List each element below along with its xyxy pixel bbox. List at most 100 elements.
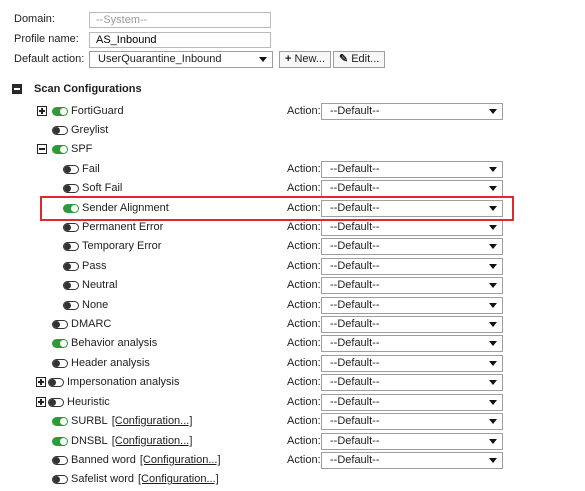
heuristic-label: Heuristic xyxy=(67,396,110,408)
new-button[interactable]: + New... xyxy=(279,51,332,68)
action-label: Action: xyxy=(287,182,321,194)
surbl-label: SURBL [Configuration...] xyxy=(71,415,192,427)
spf-toggle[interactable] xyxy=(52,145,68,154)
dnsbl-toggle[interactable] xyxy=(52,437,68,446)
behavior-analysis-toggle[interactable] xyxy=(52,339,68,348)
chevron-down-icon xyxy=(489,419,497,424)
dmarc-label: DMARC xyxy=(71,318,111,330)
action-label: Action: xyxy=(287,415,321,427)
action-select-value: --Default-- xyxy=(330,221,380,233)
safelist-word-toggle[interactable] xyxy=(52,475,68,484)
toggle-knob xyxy=(53,321,60,328)
item-label-text: Pass xyxy=(82,260,107,272)
impersonation-analysis-label: Impersonation analysis xyxy=(67,376,180,388)
soft-fail-label: Soft Fail xyxy=(82,182,122,194)
greylist-toggle[interactable] xyxy=(52,126,68,135)
plus-icon: + xyxy=(285,53,292,65)
neutral-action-select[interactable]: --Default-- xyxy=(321,277,503,294)
none-toggle[interactable] xyxy=(63,301,79,310)
action-select-value: --Default-- xyxy=(330,299,380,311)
action-select-value: --Default-- xyxy=(330,163,380,175)
toggle-knob xyxy=(64,185,71,192)
item-label-text: SPF xyxy=(71,143,93,155)
action-label: Action: xyxy=(287,357,321,369)
pass-label: Pass xyxy=(82,260,106,272)
item-label-text: Soft Fail xyxy=(82,182,123,194)
temporary-error-toggle[interactable] xyxy=(63,242,79,251)
heuristic-action-select[interactable]: --Default-- xyxy=(321,394,503,411)
fail-toggle[interactable] xyxy=(63,165,79,174)
collapse-scan-configurations-icon[interactable] xyxy=(12,84,22,94)
pass-action-select[interactable]: --Default-- xyxy=(321,258,503,275)
default-action-value: UserQuarantine_Inbound xyxy=(98,53,222,65)
banned-word-action-select[interactable]: --Default-- xyxy=(321,452,503,469)
action-label: Action: xyxy=(287,105,321,117)
edit-button[interactable]: ✎ Edit... xyxy=(333,51,386,68)
item-label-text: FortiGuard xyxy=(71,105,124,117)
item-label-text: Greylist xyxy=(71,124,109,136)
heuristic-toggle[interactable] xyxy=(48,398,64,407)
banned-word-configuration-link[interactable]: [Configuration...] xyxy=(140,454,221,466)
chevron-down-icon xyxy=(489,264,497,269)
toggle-knob xyxy=(53,457,60,464)
item-label-text: Heuristic xyxy=(67,396,110,408)
toggle-knob xyxy=(64,302,71,309)
toggle-knob xyxy=(64,282,71,289)
action-select-value: --Default-- xyxy=(330,454,380,466)
dnsbl-configuration-link[interactable]: [Configuration...] xyxy=(112,435,193,447)
surbl-action-select[interactable]: --Default-- xyxy=(321,413,503,430)
expand-heuristic-icon[interactable] xyxy=(36,397,46,407)
chevron-down-icon xyxy=(489,439,497,444)
expand-impersonation-analysis-icon[interactable] xyxy=(36,377,46,387)
header-analysis-toggle[interactable] xyxy=(52,359,68,368)
collapse-spf-icon[interactable] xyxy=(37,144,47,154)
dmarc-toggle[interactable] xyxy=(52,320,68,329)
action-select-value: --Default-- xyxy=(330,240,380,252)
action-label: Action: xyxy=(287,435,321,447)
header-analysis-action-select[interactable]: --Default-- xyxy=(321,355,503,372)
neutral-toggle[interactable] xyxy=(63,281,79,290)
fortiguard-action-select[interactable]: --Default-- xyxy=(321,103,503,120)
dnsbl-action-select[interactable]: --Default-- xyxy=(321,433,503,450)
soft-fail-action-select[interactable]: --Default-- xyxy=(321,180,503,197)
action-label: Action: xyxy=(287,240,321,252)
soft-fail-toggle[interactable] xyxy=(63,184,79,193)
dnsbl-label: DNSBL [Configuration...] xyxy=(71,435,192,447)
toggle-knob xyxy=(49,379,56,386)
fortiguard-toggle[interactable] xyxy=(52,107,68,116)
banned-word-label: Banned word [Configuration...] xyxy=(71,454,221,466)
temporary-error-label: Temporary Error xyxy=(82,240,161,252)
temporary-error-action-select[interactable]: --Default-- xyxy=(321,238,503,255)
safelist-word-configuration-link[interactable]: [Configuration...] xyxy=(138,473,219,485)
expand-fortiguard-icon[interactable] xyxy=(37,106,47,116)
item-label-text: Header analysis xyxy=(71,357,150,369)
new-button-label: New... xyxy=(294,53,326,65)
impersonation-analysis-toggle[interactable] xyxy=(48,378,64,387)
spf-label: SPF xyxy=(71,143,92,155)
permanent-error-action-select[interactable]: --Default-- xyxy=(321,219,503,236)
action-select-value: --Default-- xyxy=(330,260,380,272)
profile-name-field[interactable] xyxy=(89,32,271,48)
action-select-value: --Default-- xyxy=(330,105,380,117)
none-action-select[interactable]: --Default-- xyxy=(321,297,503,314)
surbl-configuration-link[interactable]: [Configuration...] xyxy=(112,415,193,427)
domain-label: Domain: xyxy=(14,13,55,25)
fail-action-select[interactable]: --Default-- xyxy=(321,161,503,178)
chevron-down-icon xyxy=(489,380,497,385)
banned-word-toggle[interactable] xyxy=(52,456,68,465)
action-select-value: --Default-- xyxy=(330,337,380,349)
permanent-error-toggle[interactable] xyxy=(63,223,79,232)
chevron-down-icon xyxy=(489,167,497,172)
action-label: Action: xyxy=(287,279,321,291)
default-action-select[interactable]: UserQuarantine_Inbound xyxy=(89,51,273,68)
impersonation-analysis-action-select[interactable]: --Default-- xyxy=(321,374,503,391)
chevron-down-icon xyxy=(489,283,497,288)
behavior-analysis-label: Behavior analysis xyxy=(71,337,157,349)
domain-field[interactable] xyxy=(89,12,271,28)
surbl-toggle[interactable] xyxy=(52,417,68,426)
pass-toggle[interactable] xyxy=(63,262,79,271)
dmarc-action-select[interactable]: --Default-- xyxy=(321,316,503,333)
toggle-knob xyxy=(53,476,60,483)
behavior-analysis-action-select[interactable]: --Default-- xyxy=(321,335,503,352)
chevron-down-icon xyxy=(489,400,497,405)
